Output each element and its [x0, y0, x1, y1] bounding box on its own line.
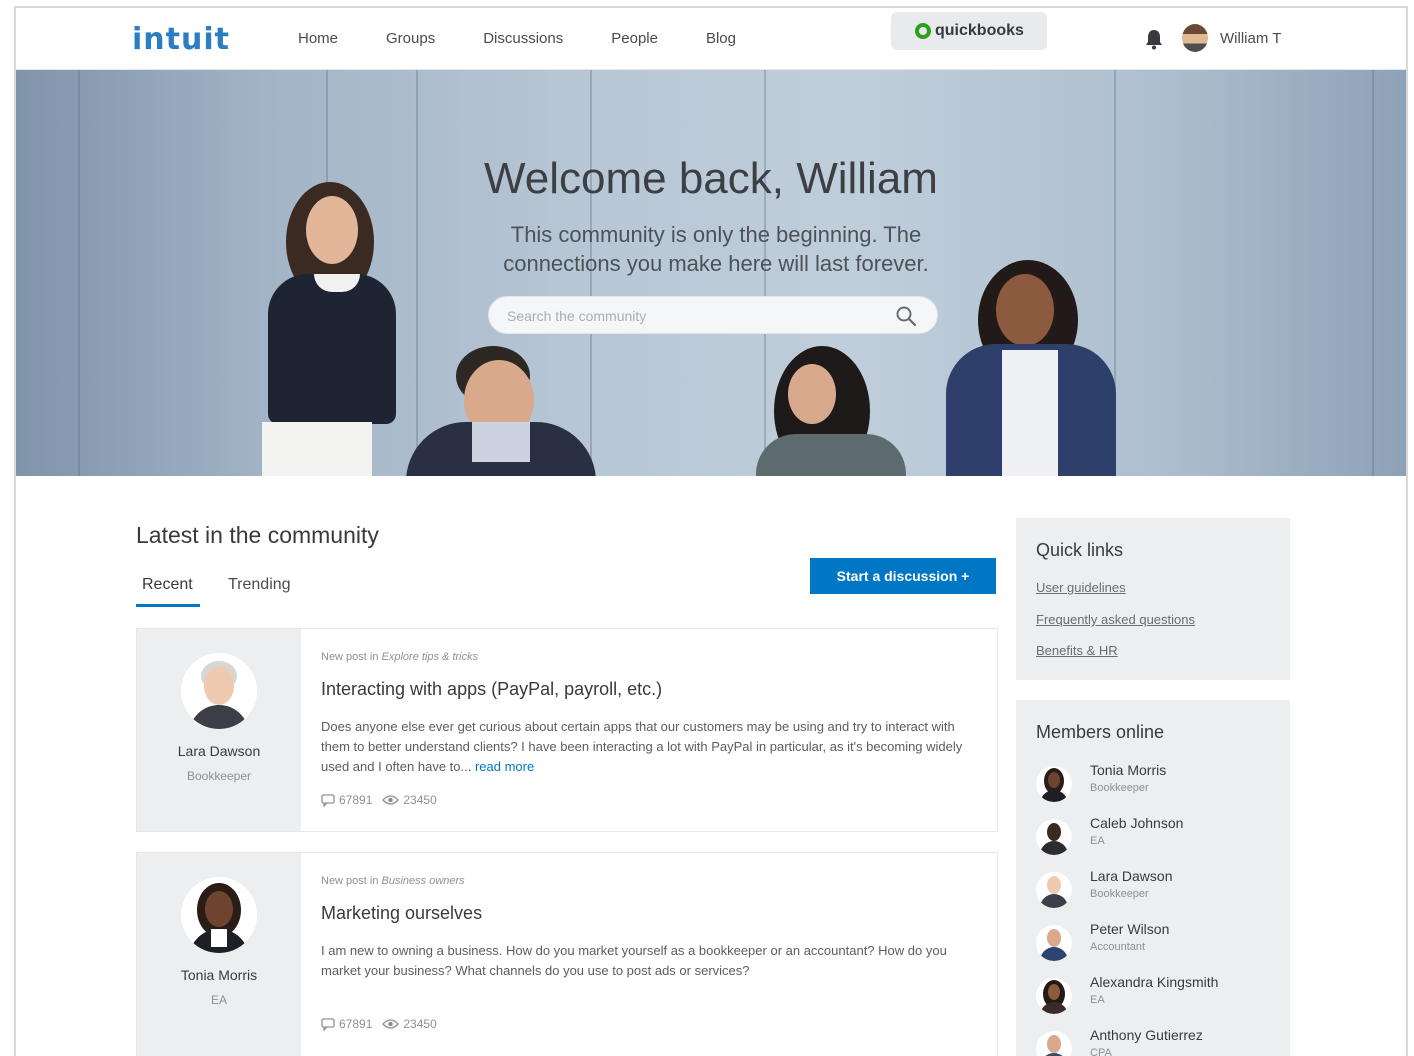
top-nav-bar: intuit Home Groups Discussions People Bl… — [16, 8, 1406, 70]
post-group-link[interactable]: Business owners — [382, 875, 465, 887]
post-card[interactable]: Lara Dawson Bookkeeper New post in Explo… — [136, 628, 998, 832]
view-count: 23450 — [382, 793, 437, 807]
view-count-value: 23450 — [403, 793, 437, 807]
search-icon[interactable] — [895, 305, 917, 327]
comment-count: 67891 — [321, 1017, 372, 1031]
search-input[interactable] — [507, 306, 877, 326]
post-excerpt-text: I am new to owning a business. How do yo… — [321, 943, 947, 978]
author-avatar[interactable] — [181, 653, 257, 729]
post-author-panel: Tonia Morris EA — [137, 853, 301, 1056]
quickbooks-badge[interactable]: quickbooks — [891, 12, 1047, 50]
user-avatar[interactable] — [1182, 24, 1208, 52]
member-name[interactable]: Anthony Gutierrez — [1090, 1027, 1203, 1043]
post-card[interactable]: Tonia Morris EA New post in Business own… — [136, 852, 998, 1056]
tab-trending[interactable]: Trending — [228, 576, 291, 594]
member-item[interactable]: Lara Dawson Bookkeeper — [1036, 868, 1276, 914]
member-item[interactable]: Anthony Gutierrez CPA — [1036, 1027, 1276, 1056]
hero-banner: Welcome back, William This community is … — [16, 70, 1406, 476]
author-avatar[interactable] — [181, 877, 257, 953]
member-avatar[interactable] — [1036, 1031, 1072, 1056]
nav-blog[interactable]: Blog — [706, 30, 736, 47]
member-role: Accountant — [1090, 941, 1146, 953]
post-author-panel: Lara Dawson Bookkeeper — [137, 629, 301, 831]
post-meta: New post in Business owners — [321, 875, 465, 887]
nav-people[interactable]: People — [611, 30, 658, 47]
user-name[interactable]: William T — [1220, 30, 1281, 47]
eye-icon — [382, 1019, 400, 1029]
start-discussion-button[interactable]: Start a discussion + — [810, 558, 996, 594]
post-title[interactable]: Interacting with apps (PayPal, payroll, … — [321, 679, 662, 700]
link-user-guidelines[interactable]: User guidelines — [1036, 580, 1126, 595]
community-search — [488, 296, 938, 334]
post-meta-prefix: New post in — [321, 875, 382, 887]
post-excerpt: Does anyone else ever get curious about … — [321, 717, 971, 777]
member-avatar[interactable] — [1036, 925, 1072, 961]
hero-subtitle: This community is only the beginning. Th… — [503, 222, 929, 276]
bell-icon[interactable] — [1144, 28, 1164, 50]
member-name[interactable]: Tonia Morris — [1090, 762, 1166, 778]
comment-count-value: 67891 — [339, 1017, 373, 1031]
hero-photo-person-4 — [946, 260, 1126, 476]
nav-home[interactable]: Home — [298, 30, 338, 47]
member-avatar[interactable] — [1036, 872, 1072, 908]
section-title: Latest in the community — [136, 522, 379, 548]
hero-photo-person-1 — [254, 182, 424, 476]
member-item[interactable]: Caleb Johnson EA — [1036, 815, 1276, 861]
member-role: CPA — [1090, 1047, 1112, 1056]
comment-count: 67891 — [321, 793, 372, 807]
hero-photo-person-3 — [746, 346, 916, 476]
intuit-logo[interactable]: intuit — [132, 22, 230, 57]
author-role: EA — [210, 993, 227, 1007]
active-tab-indicator — [136, 604, 200, 607]
eye-icon — [382, 795, 400, 805]
member-name[interactable]: Peter Wilson — [1090, 921, 1169, 937]
comment-icon — [321, 1017, 335, 1031]
member-name[interactable]: Lara Dawson — [1090, 868, 1173, 884]
view-count-value: 23450 — [403, 1017, 437, 1031]
member-name[interactable]: Alexandra Kingsmith — [1090, 974, 1218, 990]
author-name[interactable]: Lara Dawson — [137, 743, 301, 759]
post-excerpt-text: Does anyone else ever get curious about … — [321, 719, 963, 774]
hero-photo-person-2 — [406, 346, 596, 476]
quick-links-title: Quick links — [1036, 540, 1124, 560]
quick-links-card: Quick links User guidelines Frequently a… — [1016, 518, 1290, 680]
member-avatar[interactable] — [1036, 766, 1072, 802]
comment-count-value: 67891 — [339, 793, 373, 807]
member-name[interactable]: Caleb Johnson — [1090, 815, 1183, 831]
member-role: EA — [1090, 994, 1105, 1006]
post-excerpt: I am new to owning a business. How do yo… — [321, 941, 971, 981]
quickbooks-label: quickbooks — [935, 22, 1024, 39]
post-stats: 67891 23450 — [321, 1017, 437, 1031]
post-meta: New post in Explore tips & tricks — [321, 651, 478, 663]
post-group-link[interactable]: Explore tips & tricks — [382, 651, 479, 663]
members-online-card: Members online Tonia Morris Bookkeeper C… — [1016, 700, 1290, 1056]
comment-icon — [321, 793, 335, 807]
nav-groups[interactable]: Groups — [386, 30, 435, 47]
read-more-link[interactable]: read more — [475, 759, 534, 774]
author-name[interactable]: Tonia Morris — [137, 967, 301, 983]
post-meta-prefix: New post in — [321, 651, 382, 663]
post-stats: 67891 23450 — [321, 793, 437, 807]
members-online-title: Members online — [1036, 722, 1165, 742]
member-item[interactable]: Alexandra Kingsmith EA — [1036, 974, 1276, 1020]
author-role: Bookkeeper — [186, 769, 252, 783]
tab-recent[interactable]: Recent — [142, 576, 193, 594]
post-title[interactable]: Marketing ourselves — [321, 903, 482, 924]
hero-title: Welcome back, William — [484, 154, 938, 203]
member-item[interactable]: Peter Wilson Accountant — [1036, 921, 1276, 967]
main-nav: Home Groups Discussions People Blog — [298, 30, 784, 47]
member-avatar[interactable] — [1036, 819, 1072, 855]
quickbooks-logo-icon — [915, 23, 931, 39]
link-benefits-hr[interactable]: Benefits & HR — [1036, 643, 1118, 658]
app-window: intuit Home Groups Discussions People Bl… — [14, 6, 1408, 1056]
link-faq[interactable]: Frequently asked questions — [1036, 612, 1195, 627]
member-role: Bookkeeper — [1090, 888, 1149, 900]
nav-discussions[interactable]: Discussions — [483, 30, 563, 47]
member-role: Bookkeeper — [1090, 782, 1149, 794]
member-item[interactable]: Tonia Morris Bookkeeper — [1036, 762, 1276, 808]
view-count: 23450 — [382, 1017, 437, 1031]
member-role: EA — [1090, 835, 1105, 847]
member-avatar[interactable] — [1036, 978, 1072, 1014]
